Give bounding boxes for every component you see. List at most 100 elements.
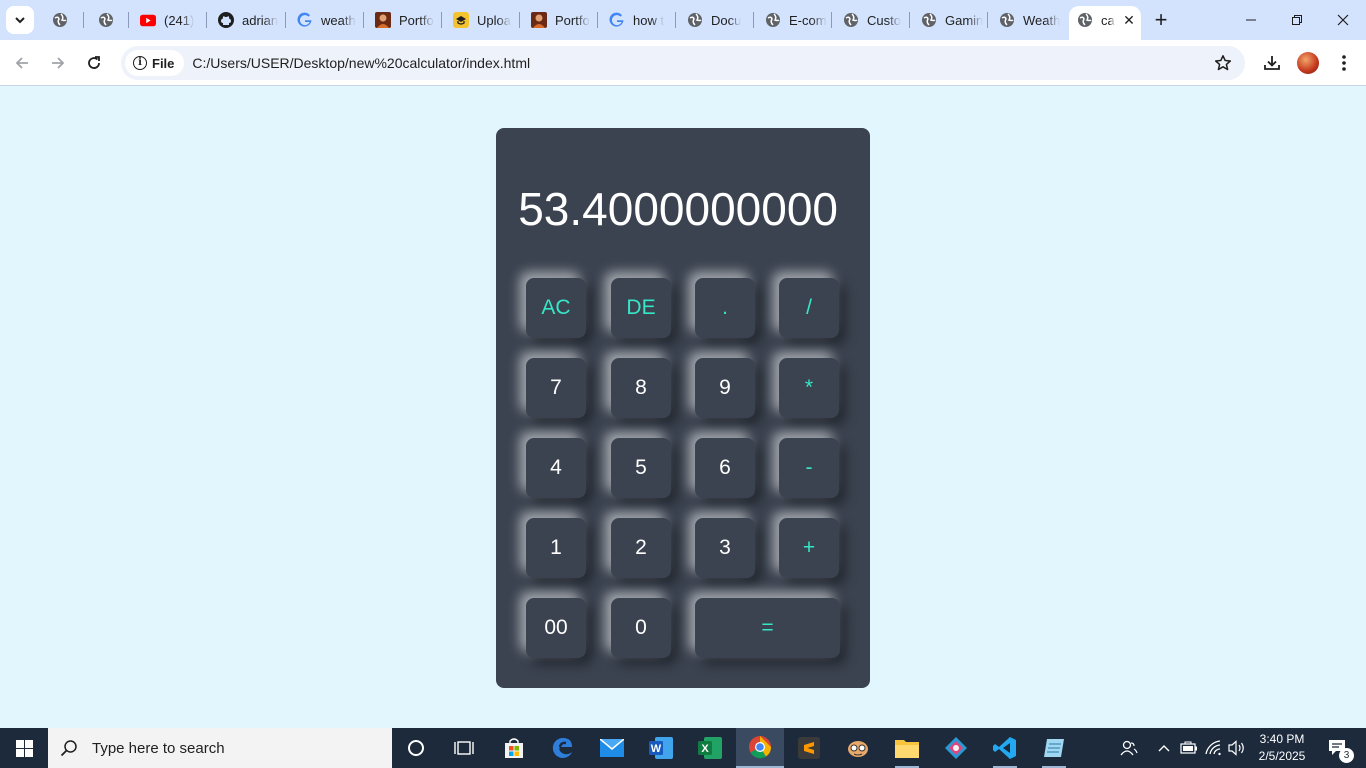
cortana-icon bbox=[408, 740, 424, 756]
chrome-app[interactable] bbox=[736, 728, 784, 768]
microsoft-store-app[interactable] bbox=[490, 728, 538, 768]
globe-icon bbox=[687, 12, 703, 28]
key-subtract[interactable]: - bbox=[779, 438, 839, 498]
reload-icon bbox=[88, 56, 100, 69]
taskbar-search-box[interactable]: Type here to search bbox=[48, 728, 392, 768]
back-button[interactable] bbox=[8, 49, 36, 77]
key-add[interactable]: + bbox=[779, 518, 839, 578]
tab-3[interactable]: (241) bbox=[132, 6, 206, 34]
key-0[interactable]: 0 bbox=[611, 598, 671, 658]
key-multiply[interactable]: * bbox=[779, 358, 839, 418]
key-6[interactable]: 6 bbox=[695, 438, 755, 498]
profile-button[interactable] bbox=[1294, 49, 1322, 77]
task-view-button[interactable] bbox=[440, 728, 488, 768]
tab-active-calculator[interactable]: ca ✕ bbox=[1069, 6, 1141, 40]
minimize-button[interactable] bbox=[1228, 0, 1274, 40]
taskbar-app-12[interactable] bbox=[1030, 728, 1078, 768]
tab-10[interactable]: Docu bbox=[679, 6, 753, 34]
speaker-icon bbox=[1228, 740, 1244, 756]
vscode-app[interactable] bbox=[981, 728, 1029, 768]
address-bar[interactable]: i File C:/Users/USER/Desktop/new%20calcu… bbox=[121, 46, 1245, 80]
key-3[interactable]: 3 bbox=[695, 518, 755, 578]
chevron-up-icon bbox=[1158, 745, 1170, 752]
notepad-icon bbox=[1044, 739, 1064, 757]
bookmark-star-icon[interactable] bbox=[1213, 53, 1233, 73]
tab-4[interactable]: adrian bbox=[210, 6, 284, 34]
key-delete[interactable]: DE bbox=[611, 278, 671, 338]
start-button[interactable] bbox=[0, 728, 48, 768]
reload-button[interactable] bbox=[80, 49, 108, 77]
action-center-button[interactable]: 3 bbox=[1318, 728, 1358, 768]
close-window-button[interactable] bbox=[1320, 0, 1366, 40]
taskbar-clock[interactable]: 3:40 PM 2/5/2025 bbox=[1252, 731, 1312, 765]
globe-icon bbox=[1077, 12, 1093, 28]
tab-6[interactable]: Portfo bbox=[367, 6, 441, 34]
globe-icon bbox=[843, 12, 859, 28]
tab-13[interactable]: Gamin bbox=[913, 6, 987, 34]
people-icon bbox=[1120, 740, 1138, 756]
key-1[interactable]: 1 bbox=[526, 518, 586, 578]
word-app[interactable]: W bbox=[637, 728, 685, 768]
search-placeholder: Type here to search bbox=[92, 739, 225, 757]
chrome-icon bbox=[749, 736, 772, 759]
key-divide[interactable]: / bbox=[779, 278, 839, 338]
tab-separator bbox=[675, 12, 676, 28]
network-status[interactable] bbox=[1203, 728, 1225, 768]
file-explorer-app[interactable] bbox=[883, 728, 931, 768]
key-equals[interactable]: = bbox=[695, 598, 840, 658]
sublime-icon bbox=[798, 737, 820, 759]
tab-1[interactable] bbox=[44, 6, 84, 34]
tab-2[interactable] bbox=[90, 6, 130, 34]
forward-button[interactable] bbox=[44, 49, 72, 77]
tab-9[interactable]: how t bbox=[601, 6, 675, 34]
close-tab-icon[interactable]: ✕ bbox=[1121, 12, 1137, 28]
site-info-chip[interactable]: i File bbox=[125, 50, 185, 76]
portrait-icon bbox=[531, 12, 547, 28]
key-9[interactable]: 9 bbox=[695, 358, 755, 418]
tab-5[interactable]: weath bbox=[289, 6, 363, 34]
edge-app[interactable] bbox=[539, 728, 587, 768]
tab-separator bbox=[206, 12, 207, 28]
sublime-text-app[interactable] bbox=[785, 728, 833, 768]
google-icon bbox=[297, 12, 313, 28]
edge-icon bbox=[552, 737, 572, 758]
svg-text:W: W bbox=[651, 743, 662, 755]
key-decimal[interactable]: . bbox=[695, 278, 755, 338]
people-button[interactable] bbox=[1116, 728, 1142, 768]
calculator: 53.4000000000 AC DE . / 7 8 9 * 4 5 6 - … bbox=[496, 128, 870, 688]
tab-7[interactable]: Uploa bbox=[445, 6, 519, 34]
tab-search-button[interactable] bbox=[6, 6, 34, 34]
volume-control[interactable] bbox=[1226, 728, 1248, 768]
taskbar-app-8[interactable] bbox=[834, 728, 882, 768]
youtube-icon bbox=[140, 12, 156, 28]
key-7[interactable]: 7 bbox=[526, 358, 586, 418]
tab-separator bbox=[83, 12, 84, 28]
key-2[interactable]: 2 bbox=[611, 518, 671, 578]
key-5[interactable]: 5 bbox=[611, 438, 671, 498]
svg-text:X: X bbox=[701, 743, 709, 755]
key-4[interactable]: 4 bbox=[526, 438, 586, 498]
url-text[interactable]: C:/Users/USER/Desktop/new%20calculator/i… bbox=[192, 55, 530, 71]
tab-11[interactable]: E-com bbox=[757, 6, 831, 34]
key-all-clear[interactable]: AC bbox=[526, 278, 586, 338]
taskbar-app-10[interactable] bbox=[932, 728, 980, 768]
clock-date: 2/5/2025 bbox=[1258, 749, 1306, 763]
show-hidden-icons-button[interactable] bbox=[1154, 728, 1174, 768]
restore-button[interactable] bbox=[1274, 0, 1320, 40]
battery-status[interactable] bbox=[1178, 728, 1200, 768]
tab-14[interactable]: Weath bbox=[991, 6, 1065, 34]
browser-menu-button[interactable] bbox=[1330, 49, 1358, 77]
arrow-left-icon bbox=[15, 57, 28, 69]
new-tab-button[interactable]: + bbox=[1149, 7, 1173, 32]
key-8[interactable]: 8 bbox=[611, 358, 671, 418]
excel-app[interactable]: X bbox=[686, 728, 734, 768]
portrait-icon bbox=[375, 12, 391, 28]
cortana-button[interactable] bbox=[392, 728, 440, 768]
wifi-icon bbox=[1205, 740, 1221, 756]
mail-app[interactable] bbox=[588, 728, 636, 768]
tab-8[interactable]: Portfo bbox=[523, 6, 597, 34]
key-double-zero[interactable]: 00 bbox=[526, 598, 586, 658]
downloads-button[interactable] bbox=[1258, 49, 1286, 77]
tab-separator bbox=[519, 12, 520, 28]
tab-12[interactable]: Custo bbox=[835, 6, 909, 34]
